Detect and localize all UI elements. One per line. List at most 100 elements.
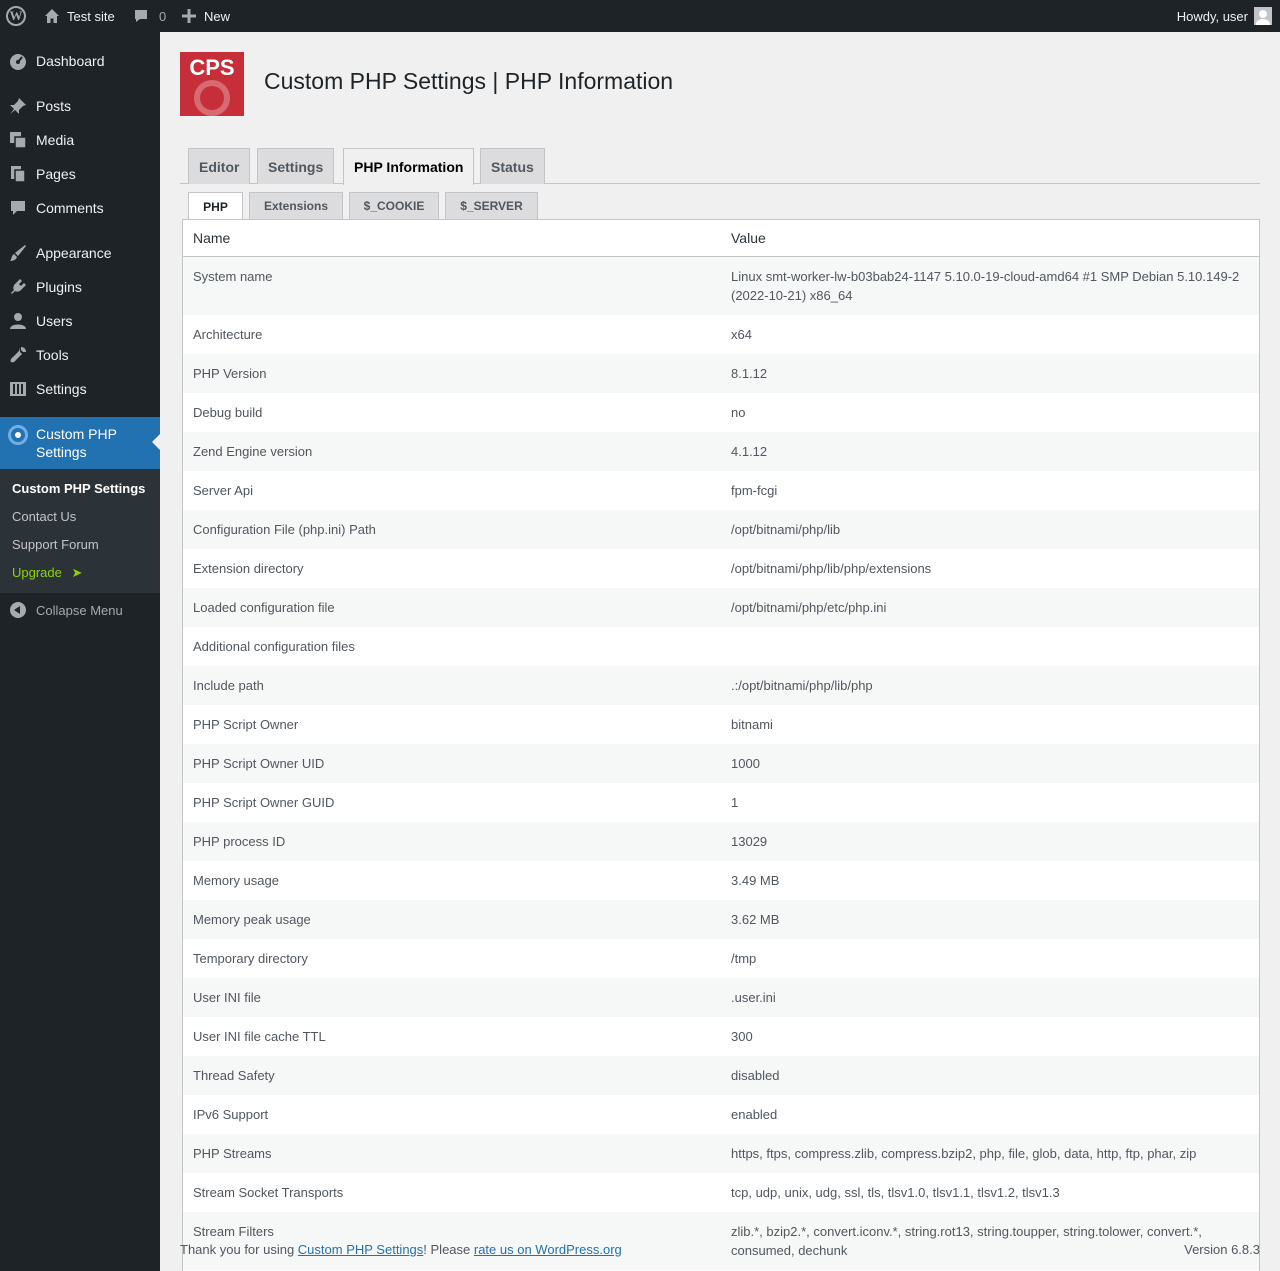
submenu-item-custom-php-settings[interactable]: Custom PHP Settings bbox=[12, 481, 145, 496]
row-value-cell: 300 bbox=[731, 1029, 753, 1044]
user-account-menu[interactable]: Howdy, user bbox=[1177, 0, 1272, 32]
site-name-label: Test site bbox=[67, 8, 115, 24]
collapse-menu-button[interactable]: Collapse Menu bbox=[0, 597, 123, 623]
row-name-cell: Memory usage bbox=[193, 873, 279, 888]
table-row: Configuration File (php.ini) Path/opt/bi… bbox=[183, 510, 1259, 549]
logo-gear-icon bbox=[194, 80, 230, 116]
row-value-cell: Linux smt-worker-lw-b03bab24-1147 5.10.0… bbox=[731, 269, 1240, 303]
row-value-cell: .:/opt/bitnami/php/lib/php bbox=[731, 678, 873, 693]
subtab-php[interactable]: PHP bbox=[188, 192, 243, 220]
row-value-cell: /tmp bbox=[731, 951, 757, 966]
row-name-cell: Debug build bbox=[193, 405, 263, 420]
footer: Thank you for using Custom PHP Settings!… bbox=[180, 1242, 1260, 1257]
table-row: Zend Engine version 4.1.12 bbox=[183, 432, 1259, 471]
row-value-cell: no bbox=[731, 405, 746, 420]
arrow-right-icon: ➤ bbox=[71, 565, 83, 580]
user-icon bbox=[0, 312, 36, 330]
row-value-cell: bitnami bbox=[731, 717, 773, 732]
comment-icon bbox=[0, 199, 36, 217]
row-name-cell: User INI file cache TTL bbox=[193, 1029, 326, 1044]
subtab-cookie[interactable]: $_COOKIE bbox=[349, 192, 439, 219]
comments-count: 0 bbox=[159, 8, 167, 24]
new-content-button[interactable]: New bbox=[182, 0, 230, 32]
row-name-cell: Memory peak usage bbox=[193, 912, 311, 927]
table-row: IPv6 Support enabled bbox=[183, 1095, 1259, 1134]
sidebar-item-comments[interactable]: Comments bbox=[0, 191, 160, 225]
row-name-cell: Configuration File (php.ini) Path bbox=[193, 522, 376, 537]
row-value-cell: 1000 bbox=[731, 756, 760, 771]
row-name-cell: Additional configuration files bbox=[193, 639, 355, 654]
row-value-cell: enabled bbox=[731, 1107, 778, 1122]
tab-php-information[interactable]: PHP Information bbox=[343, 148, 475, 185]
table-row: Memory usage 3.49 MB bbox=[183, 861, 1259, 900]
row-value-cell: /opt/bitnami/php/lib bbox=[731, 522, 841, 537]
table-row: PHP Version 8.1.12 bbox=[183, 354, 1259, 393]
row-name-cell: Server Api bbox=[193, 483, 253, 498]
row-value-cell: https, ftps, compress.zlib, compress.bzi… bbox=[731, 1146, 1197, 1161]
row-name-cell: Zend Engine version bbox=[193, 444, 313, 459]
wordpress-logo-button[interactable]: W bbox=[6, 0, 28, 32]
row-name-cell: PHP Version bbox=[193, 366, 267, 381]
wp-version: Version 6.8.3 bbox=[1184, 1242, 1260, 1257]
table-row: Stream Socket Transports tcp, udp, unix, … bbox=[183, 1173, 1259, 1212]
submenu-item-contact-us[interactable]: Contact Us bbox=[12, 509, 76, 524]
subtab-extensions[interactable]: Extensions bbox=[249, 192, 343, 219]
row-value-cell: zlib.*, bzip2.*, convert.iconv.*, string… bbox=[731, 1224, 1202, 1258]
row-value-cell: disabled bbox=[731, 1068, 780, 1083]
nav-tab-wrapper: Editor Settings PHP Information Status bbox=[180, 148, 1260, 185]
sidebar-item-dashboard[interactable]: Dashboard bbox=[0, 44, 160, 78]
table-row: Memory peak usage 3.62 MB bbox=[183, 900, 1259, 939]
column-header-value: Value bbox=[731, 230, 766, 246]
table-row: Temporary directory/tmp bbox=[183, 939, 1259, 978]
brush-icon bbox=[0, 244, 36, 262]
gear-icon bbox=[8, 425, 28, 445]
sidebar-item-appearance[interactable]: Appearance bbox=[0, 236, 160, 270]
dashboard-icon bbox=[0, 52, 36, 70]
row-value-cell: 3.62 MB bbox=[731, 912, 780, 927]
sidebar-item-pages[interactable]: Pages bbox=[0, 157, 160, 191]
tab-settings[interactable]: Settings bbox=[257, 148, 335, 184]
sidebar-item-posts[interactable]: Posts bbox=[0, 89, 160, 123]
row-value-cell: /opt/bitnami/php/lib/php/extensions bbox=[731, 561, 932, 576]
table-header: Name Value bbox=[183, 220, 1259, 257]
collapse-icon bbox=[10, 602, 26, 618]
table-row: User INI file cache TTL 300 bbox=[183, 1017, 1259, 1056]
row-name-cell: User INI file bbox=[193, 990, 261, 1005]
plugin-link[interactable]: Custom PHP Settings bbox=[298, 1242, 423, 1257]
row-value-cell: /opt/bitnami/php/etc/php.ini bbox=[731, 600, 887, 615]
footer-thanks-text: Thank you for using Custom PHP Settings!… bbox=[180, 1242, 622, 1257]
submenu-item-support-forum[interactable]: Support Forum bbox=[12, 537, 99, 552]
wrench-icon bbox=[0, 346, 36, 364]
table-row: PHP Streams https, ftps, compress.zlib, c… bbox=[183, 1134, 1259, 1173]
rate-us-link[interactable]: rate us on WordPress.org bbox=[474, 1242, 622, 1257]
sidebar-item-settings[interactable]: Settings bbox=[0, 372, 160, 406]
site-name-link[interactable]: Test site bbox=[44, 0, 115, 32]
current-indicator-arrow bbox=[152, 434, 160, 450]
submenu-item-upgrade[interactable]: Upgrade ➤ bbox=[12, 565, 82, 581]
table-row: Architecture x64 bbox=[183, 315, 1259, 354]
plus-icon bbox=[182, 9, 196, 23]
comment-bubble-icon bbox=[133, 8, 149, 24]
tab-editor[interactable]: Editor bbox=[188, 148, 251, 184]
page-title: Custom PHP Settings | PHP Information bbox=[264, 68, 674, 94]
tab-status[interactable]: Status bbox=[480, 148, 545, 184]
sidebar-item-custom-php-settings[interactable]: Custom PHP Settings bbox=[0, 417, 160, 469]
comments-link[interactable]: 0 bbox=[133, 0, 166, 32]
table-row: Additional configuration files bbox=[183, 627, 1259, 666]
row-name-cell: PHP Script Owner UID bbox=[193, 756, 325, 771]
sidebar-item-plugins[interactable]: Plugins bbox=[0, 270, 160, 304]
table-row: Extension directory/opt/bitnami/php/lib/… bbox=[183, 549, 1259, 588]
settings-icon bbox=[0, 380, 36, 398]
new-label: New bbox=[204, 8, 231, 24]
sidebar-item-tools[interactable]: Tools bbox=[0, 338, 160, 372]
column-header-name: Name bbox=[193, 230, 231, 246]
plugin-icon bbox=[0, 278, 36, 296]
table-row: PHP Script Owner GUID 1 bbox=[183, 783, 1259, 822]
row-value-cell: 1 bbox=[731, 795, 739, 810]
subtab-server[interactable]: $_SERVER bbox=[445, 192, 538, 219]
sidebar-item-media[interactable]: Media bbox=[0, 123, 160, 157]
row-name-cell: PHP Script Owner bbox=[193, 717, 299, 732]
sidebar-item-users[interactable]: Users bbox=[0, 304, 160, 338]
avatar bbox=[1254, 7, 1272, 25]
home-icon bbox=[44, 8, 60, 24]
